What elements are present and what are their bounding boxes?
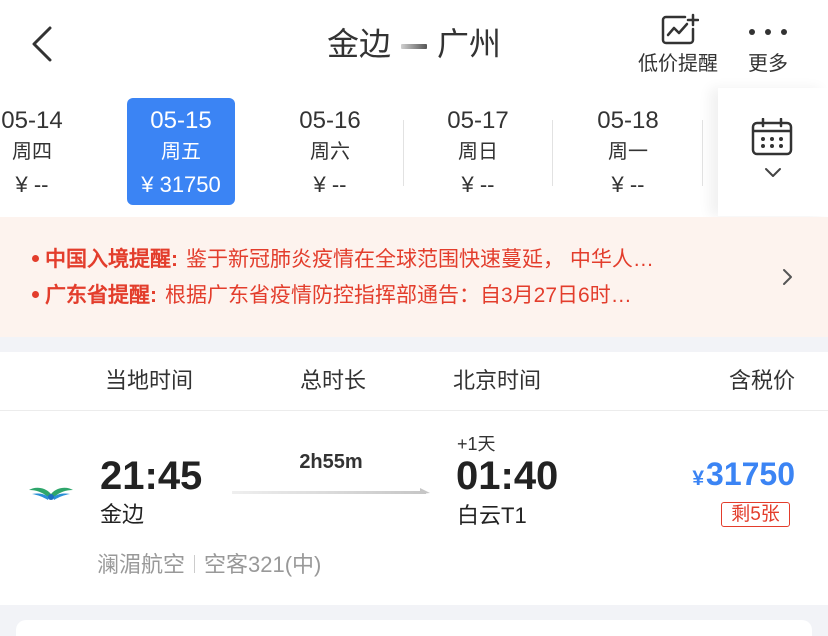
flight-duration: 2h55m [299, 451, 363, 473]
price-amount: 31750 [706, 456, 795, 492]
aircraft-type: 空客321(中) [204, 552, 322, 577]
date-divider [552, 120, 553, 186]
separator [194, 555, 196, 574]
date-tab-selected[interactable]: 05-15 周五 ¥ 31750 [127, 98, 235, 205]
flight-price: ¥31750 [692, 455, 795, 493]
column-local-time: 当地时间 [105, 368, 194, 393]
price-alert-label: 低价提醒 [638, 53, 718, 75]
date-price: ¥ -- [461, 172, 495, 197]
date-price: ¥ 31750 [141, 172, 221, 197]
date-tab[interactable]: 05-17 周日 ¥ -- [424, 98, 532, 205]
date-divider [403, 120, 404, 186]
route-arrow-icon [401, 44, 427, 50]
chevron-down-icon [765, 168, 781, 177]
weekday-label: 周日 [458, 141, 498, 163]
destination-city: 广州 [437, 26, 502, 62]
flight-card[interactable]: 21:45 金边 2h55m +1天 01:40 白云T1 ¥31750 剩5张… [0, 411, 828, 605]
calendar-icon [751, 118, 793, 156]
depart-airport: 金边 [100, 502, 145, 527]
arrive-time: 01:40 [456, 454, 559, 498]
date-tab[interactable]: 05-18 周一 ¥ -- [574, 98, 682, 205]
date-strip: 05-14 周四 ¥ -- 05-15 周五 ¥ 31750 05-16 周六 … [0, 90, 718, 217]
arrow-right-icon [232, 488, 430, 494]
notice-banner[interactable]: 中国入境提醒: 鉴于新冠肺炎疫情在全球范围快速蔓延， 中华人… 广东省提醒: 根据广… [0, 217, 828, 337]
notice-title: 中国入境提醒: [45, 248, 178, 271]
weekday-label: 周六 [310, 141, 350, 163]
notice-text: 根据广东省疫情防控指挥部通告：自3月27日6时… [165, 284, 632, 307]
date-label: 05-17 [447, 107, 509, 134]
column-duration: 总时长 [300, 368, 367, 393]
bullet-icon [32, 255, 39, 263]
date-label: 05-15 [150, 107, 212, 134]
airline-name: 澜湄航空 [97, 552, 186, 577]
date-label: 05-16 [299, 107, 361, 134]
weekday-label: 周四 [12, 141, 52, 163]
more-dots-icon [749, 29, 787, 35]
seats-left-badge: 剩5张 [721, 502, 790, 527]
column-price: 含税价 [728, 368, 795, 393]
date-tab[interactable]: 05-14 周四 ¥ -- [0, 98, 86, 205]
price-alert-chart-icon [661, 13, 699, 45]
depart-time: 21:45 [100, 454, 203, 498]
more-label: 更多 [748, 53, 788, 75]
column-header-row: 当地时间 总时长 北京时间 含税价 [0, 352, 828, 410]
flight-list-screen: 金边 广州 低价提醒 更多 05-14 周四 ¥ -- 05-15 周五 ¥ 3… [0, 0, 828, 636]
calendar-button[interactable] [718, 88, 828, 216]
notice-title: 广东省提醒: [45, 284, 157, 307]
more-button[interactable]: 更多 [744, 10, 792, 78]
date-price: ¥ -- [611, 172, 645, 197]
notice-text: 鉴于新冠肺炎疫情在全球范围快速蔓延， 中华人… [186, 248, 654, 271]
date-label: 05-18 [597, 107, 659, 134]
date-label: 05-14 [1, 107, 63, 134]
currency-symbol: ¥ [692, 467, 705, 490]
arrive-airport: 白云T1 [457, 503, 527, 528]
airline-info: 澜湄航空 空客321(中) [97, 550, 321, 580]
weekday-label: 周一 [608, 141, 648, 163]
airline-wing-logo-icon [29, 487, 73, 500]
date-price: ¥ -- [15, 172, 49, 197]
date-price: ¥ -- [313, 172, 347, 197]
price-alert-button[interactable]: 低价提醒 [630, 10, 726, 78]
chevron-right-icon [783, 269, 792, 285]
date-divider [702, 120, 703, 186]
origin-city: 金边 [326, 26, 391, 62]
date-tab[interactable]: 05-16 周六 ¥ -- [276, 98, 384, 205]
column-beijing-time: 北京时间 [453, 368, 542, 393]
bullet-icon [32, 291, 39, 299]
top-panel: 金边 广州 低价提醒 更多 05-14 周四 ¥ -- 05-15 周五 ¥ 3… [0, 0, 828, 217]
next-flight-card[interactable] [16, 620, 812, 636]
notice-item: 中国入境提醒: 鉴于新冠肺炎疫情在全球范围快速蔓延， 中华人… [30, 245, 770, 275]
notice-item: 广东省提醒: 根据广东省疫情防控指挥部通告：自3月27日6时… [30, 281, 770, 311]
weekday-label: 周五 [161, 141, 201, 163]
